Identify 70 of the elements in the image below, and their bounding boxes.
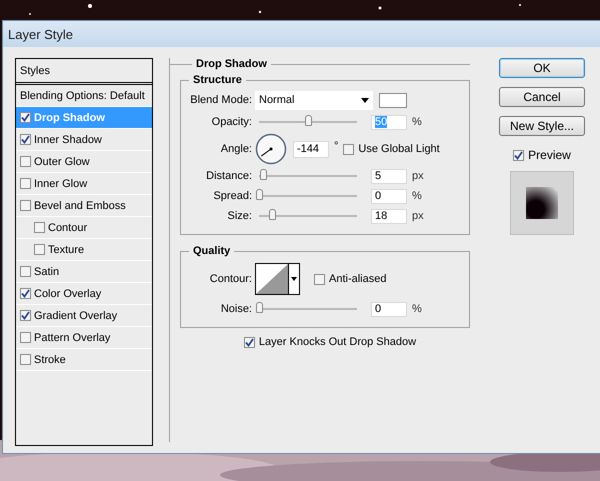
checkbox[interactable] bbox=[20, 112, 31, 123]
field-label: Blend Mode: bbox=[189, 94, 253, 106]
dialog-button[interactable]: OK bbox=[499, 58, 585, 78]
style-item[interactable]: Satin bbox=[16, 261, 152, 283]
style-item[interactable]: Texture bbox=[16, 239, 152, 261]
window-title: Layer Style bbox=[8, 26, 74, 42]
field-label: Opacity: bbox=[210, 116, 253, 128]
field-label: Contour: bbox=[208, 273, 253, 285]
checkbox[interactable] bbox=[343, 144, 354, 154]
value-field[interactable]: 5 bbox=[371, 168, 407, 184]
angle-dial[interactable] bbox=[255, 133, 287, 165]
value-field[interactable]: 0 bbox=[371, 302, 407, 316]
unit-label: % bbox=[411, 190, 423, 202]
checkbox-label: Preview bbox=[528, 148, 571, 162]
style-item[interactable]: Bevel and Emboss bbox=[16, 195, 152, 217]
slider-thumb[interactable] bbox=[305, 115, 312, 126]
style-item[interactable]: Pattern Overlay bbox=[16, 327, 152, 349]
group-title: Quality bbox=[192, 245, 232, 257]
field-label: Size: bbox=[226, 210, 253, 222]
slider-thumb[interactable] bbox=[256, 302, 263, 313]
unit-label: % bbox=[411, 116, 423, 128]
checkbox[interactable] bbox=[34, 244, 45, 255]
checkbox-label: Layer Knocks Out Drop Shadow bbox=[258, 336, 416, 348]
checkbox[interactable] bbox=[20, 266, 31, 277]
field-label: Distance: bbox=[205, 170, 253, 182]
style-item[interactable]: Gradient Overlay bbox=[16, 305, 152, 327]
group-title: Structure bbox=[192, 74, 243, 86]
dialog-button[interactable]: Cancel bbox=[499, 87, 585, 107]
field-label: Spread: bbox=[212, 190, 253, 202]
slider-thumb[interactable] bbox=[256, 189, 263, 200]
checkbox[interactable] bbox=[513, 150, 524, 160]
checkbox[interactable] bbox=[244, 336, 255, 348]
unit-label: ° bbox=[334, 140, 338, 152]
caret-icon bbox=[360, 98, 369, 102]
slider-thumb[interactable] bbox=[268, 209, 276, 220]
checkbox[interactable] bbox=[20, 200, 31, 211]
field-label: Angle: bbox=[220, 143, 253, 155]
checkbox[interactable] bbox=[314, 274, 325, 284]
angle-field[interactable]: -144 bbox=[293, 140, 329, 158]
section-title: Drop Shadow bbox=[195, 58, 268, 70]
unit-label: px bbox=[411, 210, 425, 222]
field-label: Noise: bbox=[220, 303, 253, 315]
style-item[interactable]: Color Overlay bbox=[16, 283, 152, 305]
checkbox[interactable] bbox=[20, 354, 31, 365]
checkbox[interactable] bbox=[20, 156, 31, 167]
style-item[interactable]: Outer Glow bbox=[16, 151, 152, 173]
checkbox[interactable] bbox=[20, 288, 31, 299]
value-field[interactable]: 0 bbox=[371, 188, 407, 204]
caret-icon bbox=[291, 277, 297, 281]
checkbox[interactable] bbox=[34, 222, 45, 233]
slider-thumb[interactable] bbox=[260, 169, 267, 180]
style-item[interactable]: Inner Shadow bbox=[16, 129, 152, 151]
checkbox[interactable] bbox=[20, 178, 31, 189]
checkbox[interactable] bbox=[20, 134, 31, 145]
blend-mode-dropdown[interactable]: Normal bbox=[255, 90, 373, 110]
preview-swatch bbox=[510, 171, 574, 235]
checkbox[interactable] bbox=[20, 332, 31, 343]
unit-label: % bbox=[411, 303, 423, 315]
checkbox-label: Anti-aliased bbox=[329, 273, 386, 285]
style-item[interactable]: Contour bbox=[16, 217, 152, 239]
color-swatch[interactable] bbox=[378, 92, 407, 108]
checkbox-label: Use Global Light bbox=[358, 143, 440, 155]
list-header: Styles bbox=[16, 59, 152, 85]
style-item[interactable]: Inner Glow bbox=[16, 173, 152, 195]
unit-label: px bbox=[411, 170, 425, 182]
style-item[interactable]: Stroke bbox=[16, 349, 152, 371]
checkbox[interactable] bbox=[20, 310, 31, 321]
contour-picker[interactable] bbox=[255, 263, 300, 295]
dialog-button[interactable]: New Style... bbox=[499, 116, 585, 136]
value-field[interactable]: 18 bbox=[371, 208, 407, 224]
